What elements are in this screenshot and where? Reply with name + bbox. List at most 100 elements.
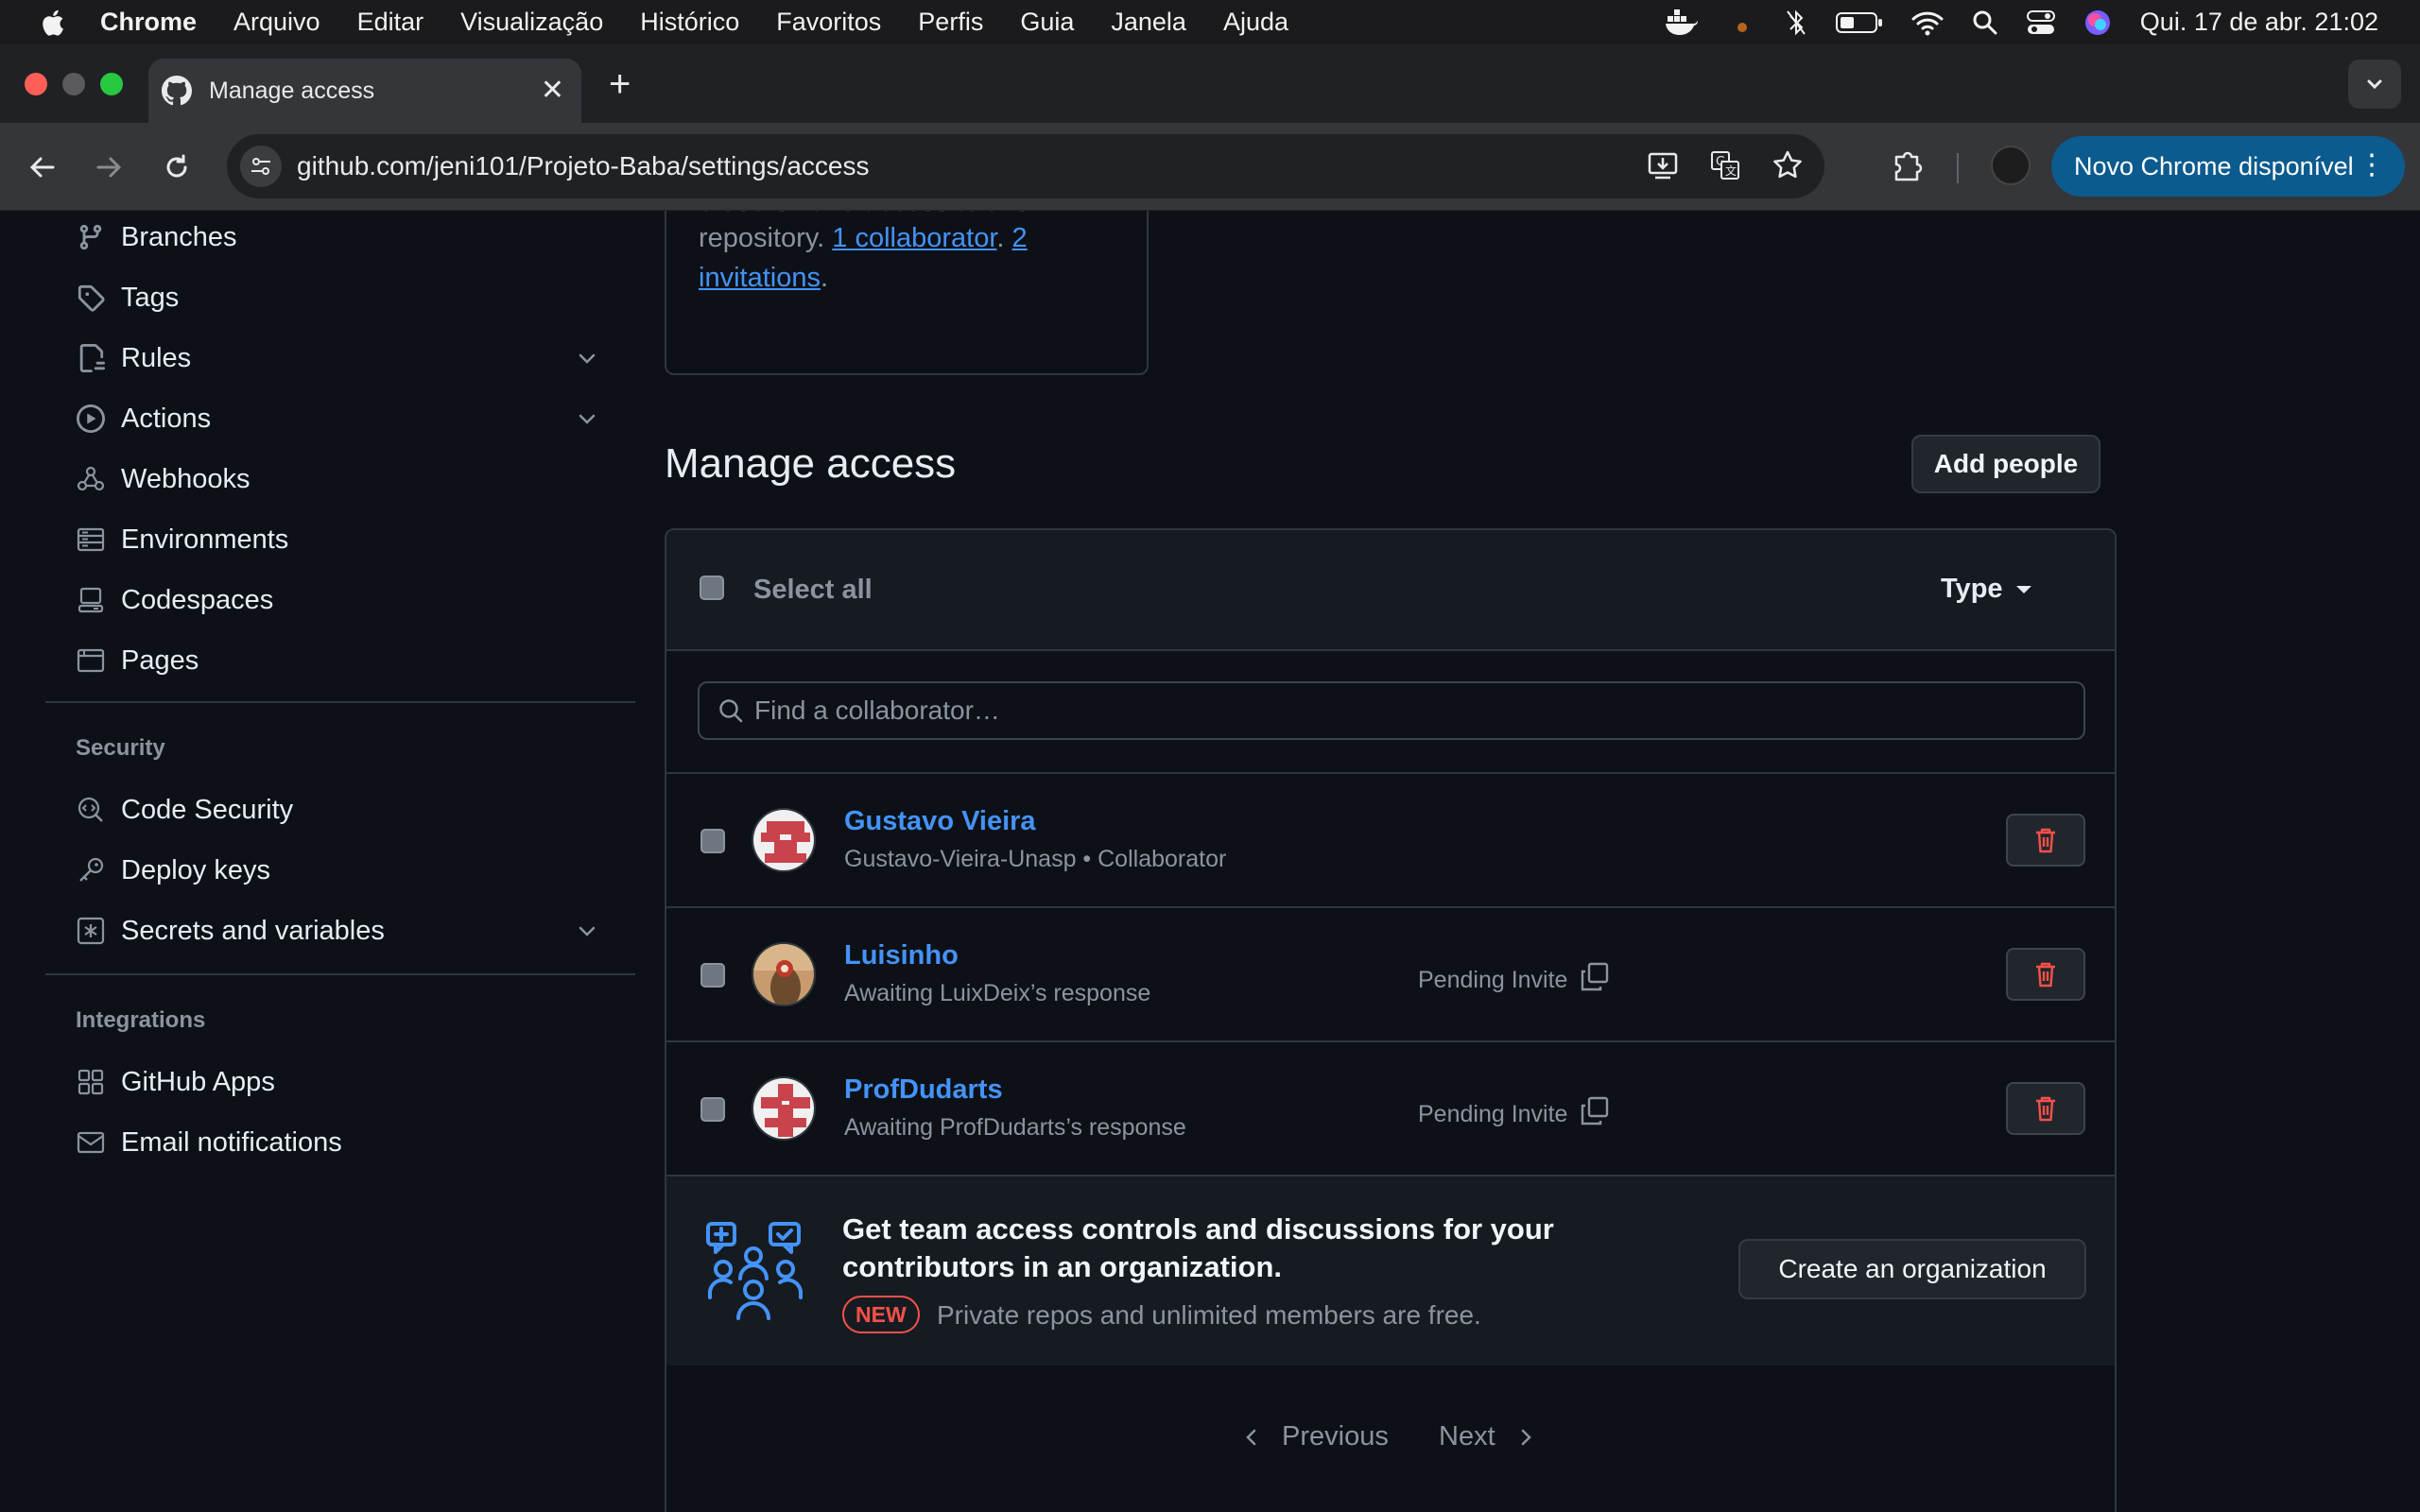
- tab-search-button[interactable]: [2348, 60, 2401, 109]
- collaborators-link[interactable]: 1 collaborator: [832, 223, 996, 253]
- select-all-label[interactable]: Select all: [753, 575, 873, 606]
- sidebar-item-github-apps[interactable]: GitHub Apps: [74, 1058, 275, 1106]
- row-checkbox[interactable]: [700, 1097, 725, 1122]
- menu-historico[interactable]: Histórico: [640, 8, 739, 37]
- window-zoom-button[interactable]: [100, 73, 123, 95]
- sidebar-item-codespaces[interactable]: Codespaces: [74, 576, 273, 624]
- remove-collaborator-button[interactable]: [2006, 814, 2085, 867]
- menu-arquivo[interactable]: Arquivo: [233, 8, 320, 37]
- address-bar[interactable]: github.com/jeni101/Projeto-Baba/settings…: [227, 134, 1824, 198]
- translate-icon[interactable]: G文: [1707, 147, 1743, 183]
- promo-description: Private repos and unlimited members are …: [937, 1300, 1481, 1330]
- search-icon: [717, 696, 745, 725]
- invitations-link[interactable]: invitations: [699, 263, 821, 293]
- rules-icon: [74, 341, 108, 375]
- status-area: Qui. 17 de abr. 21:02: [1664, 0, 2420, 44]
- avatar[interactable]: [752, 1076, 816, 1141]
- menu-favoritos[interactable]: Favoritos: [776, 8, 881, 37]
- tag-icon: [74, 281, 108, 315]
- site-info-icon[interactable]: [240, 146, 282, 187]
- pending-invite-label: Pending Invite: [1418, 1101, 1568, 1127]
- kebab-menu-icon[interactable]: ⋮: [2358, 151, 2386, 180]
- sidebar-item-deploy-keys[interactable]: Deploy keys: [74, 847, 270, 894]
- url-text[interactable]: github.com/jeni101/Projeto-Baba/settings…: [297, 151, 869, 181]
- cancel-invite-button[interactable]: [2006, 948, 2085, 1001]
- bookmark-star-icon[interactable]: [1770, 147, 1806, 183]
- row-checkbox[interactable]: [700, 963, 725, 988]
- menu-app-name[interactable]: Chrome: [100, 8, 197, 37]
- avatar[interactable]: [752, 942, 816, 1006]
- arrow-right-icon: [96, 157, 122, 178]
- macos-menu-bar: Chrome Arquivo Editar Visualização Histó…: [0, 0, 2420, 44]
- copy-icon[interactable]: [1579, 961, 1611, 1000]
- control-center-icon[interactable]: [2026, 9, 2055, 36]
- reload-button[interactable]: [157, 147, 197, 187]
- extensions-puzzle-icon[interactable]: [1889, 147, 1927, 190]
- copy-icon[interactable]: [1579, 1095, 1611, 1134]
- sidebar-item-rules[interactable]: Rules: [74, 335, 596, 382]
- window-close-button[interactable]: [25, 73, 47, 95]
- new-tab-button[interactable]: +: [609, 65, 631, 103]
- menu-perfis[interactable]: Perfis: [918, 8, 983, 37]
- create-organization-button[interactable]: Create an organization: [1738, 1239, 2086, 1299]
- menu-guia[interactable]: Guia: [1020, 8, 1074, 37]
- menu-ajuda[interactable]: Ajuda: [1223, 8, 1288, 37]
- browser-toolbar: github.com/jeni101/Projeto-Baba/settings…: [0, 123, 2420, 211]
- sidebar-item-email-notifications[interactable]: Email notifications: [74, 1119, 342, 1166]
- sidebar-item-environments[interactable]: Environments: [74, 516, 288, 563]
- battery-icon[interactable]: [1835, 10, 1883, 35]
- add-people-button[interactable]: Add people: [1911, 435, 2100, 493]
- page-title: Manage access: [665, 440, 957, 487]
- menu-janela[interactable]: Janela: [1111, 8, 1186, 37]
- sidebar-divider: [45, 701, 635, 703]
- new-chrome-available-button[interactable]: Novo Chrome disponível ⋮: [2051, 136, 2405, 197]
- docker-icon[interactable]: [1664, 9, 1700, 37]
- tab-close-icon[interactable]: ✕: [541, 76, 564, 106]
- sidebar-heading-security: Security: [76, 735, 165, 761]
- sidebar-item-code-security[interactable]: Code Security: [74, 786, 293, 833]
- window-minimize-button[interactable]: [62, 73, 85, 95]
- sidebar-label: Actions: [121, 403, 212, 434]
- bluetooth-off-icon[interactable]: [1785, 9, 1807, 37]
- summary-sep: .: [996, 223, 1005, 253]
- cancel-invite-button[interactable]: [2006, 1082, 2085, 1135]
- row-checkbox[interactable]: [700, 829, 725, 853]
- collaborator-name[interactable]: Gustavo Vieira: [844, 806, 1036, 837]
- new-badge: NEW: [842, 1296, 920, 1333]
- collaborator-name[interactable]: ProfDudarts: [844, 1074, 1003, 1106]
- tab-manage-access[interactable]: Manage access ✕: [148, 59, 581, 123]
- menu-editar[interactable]: Editar: [357, 8, 424, 37]
- collaborator-name[interactable]: Luisinho: [844, 940, 959, 971]
- apple-logo-icon[interactable]: [38, 8, 66, 38]
- menubar-clock[interactable]: Qui. 17 de abr. 21:02: [2140, 8, 2378, 37]
- sidebar-item-webhooks[interactable]: Webhooks: [74, 455, 251, 503]
- siri-icon[interactable]: [2083, 9, 2112, 37]
- type-filter-dropdown[interactable]: Type: [1941, 574, 2031, 605]
- invitations-count-link[interactable]: 2: [1012, 223, 1028, 253]
- sidebar-label: GitHub Apps: [121, 1066, 275, 1097]
- profile-avatar[interactable]: [1991, 146, 2031, 185]
- arrow-left-icon: [29, 157, 55, 178]
- menu-visualizacao[interactable]: Visualização: [460, 8, 603, 37]
- select-all-checkbox[interactable]: [700, 576, 724, 600]
- chevron-down-icon[interactable]: [575, 346, 599, 378]
- forward-button[interactable]: [89, 147, 129, 187]
- pagination-next[interactable]: Next: [1439, 1421, 1537, 1452]
- sidebar-label: Environments: [121, 524, 289, 555]
- collaborator-search-field[interactable]: [698, 681, 2085, 740]
- chevron-down-icon[interactable]: [575, 406, 599, 438]
- wifi-icon[interactable]: [1911, 9, 1944, 36]
- spotlight-search-icon[interactable]: [1972, 9, 1998, 36]
- avatar[interactable]: [752, 808, 816, 872]
- sidebar-item-branches[interactable]: Branches: [74, 214, 237, 261]
- sidebar-item-tags[interactable]: Tags: [74, 274, 179, 321]
- back-button[interactable]: [23, 147, 62, 187]
- pagination-previous[interactable]: Previous: [1240, 1421, 1389, 1452]
- install-app-icon[interactable]: [1645, 147, 1681, 183]
- sidebar-item-actions[interactable]: Actions: [74, 395, 596, 442]
- sidebar-item-secrets-and-variables[interactable]: Secrets and variables: [74, 907, 596, 954]
- chevron-down-icon[interactable]: [575, 919, 599, 951]
- sidebar-item-pages[interactable]: Pages: [74, 637, 199, 684]
- find-collaborator-input[interactable]: [754, 696, 1983, 726]
- next-label: Next: [1439, 1421, 1495, 1452]
